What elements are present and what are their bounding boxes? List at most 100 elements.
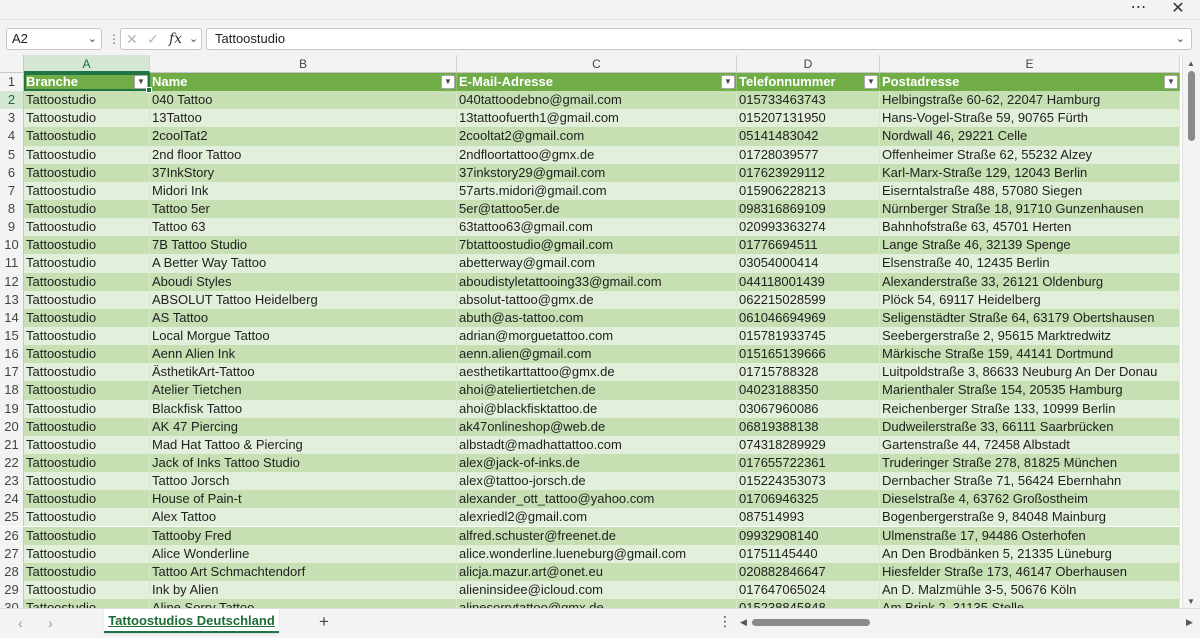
cell-name[interactable]: Tattoo Art Schmachtendorf [150, 562, 457, 581]
cell-telefon[interactable]: 015207131950 [737, 109, 880, 128]
row-header[interactable]: 24 [0, 490, 24, 509]
cell-name[interactable]: 7B Tattoo Studio [150, 236, 457, 255]
row-header[interactable]: 9 [0, 218, 24, 237]
cell-postadresse[interactable]: Ulmenstraße 17, 94486 Osterhofen [880, 526, 1180, 545]
cell-postadresse[interactable]: Am Brink 2, 31135 Stelle [880, 599, 1180, 608]
cell-postadresse[interactable]: Helbingstraße 60-62, 22047 Hamburg [880, 91, 1180, 110]
cell-postadresse[interactable]: Luitpoldstraße 3, 86633 Neuburg An Der D… [880, 363, 1180, 382]
previous-sheet-icon[interactable]: ‹ [18, 615, 23, 631]
cell-postadresse[interactable]: An D. Malzmühle 3-5, 50676 Köln [880, 580, 1180, 600]
cell-postadresse[interactable]: Hans-Vogel-Straße 59, 90765 Fürth [880, 109, 1180, 128]
row-header[interactable]: 21 [0, 435, 24, 454]
cell-name[interactable]: Atelier Tietchen [150, 381, 457, 400]
cell-email[interactable]: alexander_ott_tattoo@yahoo.com [457, 490, 737, 509]
close-icon[interactable]: ✕ [1168, 0, 1188, 20]
cell-postadresse[interactable]: Truderinger Straße 278, 81825 München [880, 453, 1180, 473]
cell-branche[interactable]: Tattoostudio [24, 181, 150, 200]
column-header-b[interactable]: B [150, 55, 457, 73]
row-header[interactable]: 29 [0, 580, 24, 600]
cell-telefon[interactable]: 01728039577 [737, 145, 880, 164]
cell-name[interactable]: Alex Tattoo [150, 508, 457, 527]
horizontal-scroll-thumb[interactable] [752, 619, 870, 626]
cell-telefon[interactable]: 074318289929 [737, 435, 880, 454]
row-header[interactable]: 4 [0, 127, 24, 146]
cell-postadresse[interactable]: Gartenstraße 44, 72458 Albstadt [880, 435, 1180, 454]
cell-postadresse[interactable]: Marienthaler Straße 154, 20535 Hamburg [880, 381, 1180, 400]
scroll-down-icon[interactable]: ▼ [1187, 597, 1195, 606]
cell-postadresse[interactable]: Dieselstraße 4, 63762 Großostheim [880, 490, 1180, 509]
cell-telefon[interactable]: 06819388138 [737, 417, 880, 436]
cell-postadresse[interactable]: Eiserntalstraße 488, 57080 Siegen [880, 181, 1180, 200]
row-header[interactable]: 17 [0, 363, 24, 382]
header-cell-telefon[interactable]: Telefonnummer [737, 73, 880, 92]
cell-email[interactable]: 040tattoodebno@gmail.com [457, 91, 737, 110]
row-header[interactable]: 1 [0, 73, 24, 92]
row-header[interactable]: 16 [0, 345, 24, 364]
cell-email[interactable]: alinesorrytattoo@gmx.de [457, 599, 737, 608]
cell-name[interactable]: Local Morgue Tattoo [150, 326, 457, 346]
cell-email[interactable]: alieninsidee@icloud.com [457, 580, 737, 600]
vertical-scrollbar[interactable]: ▲ ▼ [1182, 55, 1200, 608]
cell-name[interactable]: Blackfisk Tattoo [150, 399, 457, 418]
cell-branche[interactable]: Tattoostudio [24, 199, 150, 219]
cell-branche[interactable]: Tattoostudio [24, 236, 150, 255]
cell-email[interactable]: adrian@morguetattoo.com [457, 326, 737, 346]
cell-branche[interactable]: Tattoostudio [24, 508, 150, 527]
cell-name[interactable]: Midori Ink [150, 181, 457, 200]
cell-telefon[interactable]: 03067960086 [737, 399, 880, 418]
header-cell-branche[interactable]: Branche [24, 73, 150, 92]
cell-name[interactable]: Aboudi Styles [150, 272, 457, 291]
cell-branche[interactable]: Tattoostudio [24, 580, 150, 600]
cell-telefon[interactable]: 062215028599 [737, 290, 880, 309]
scroll-right-icon[interactable]: ▶ [1186, 617, 1193, 628]
filter-dropdown-icon[interactable]: ▼ [1164, 75, 1178, 89]
cell-branche[interactable]: Tattoostudio [24, 326, 150, 346]
row-header[interactable]: 20 [0, 417, 24, 436]
cell-postadresse[interactable]: Nordwall 46, 29221 Celle [880, 127, 1180, 146]
cell-branche[interactable]: Tattoostudio [24, 91, 150, 110]
cell-email[interactable]: 63tattoo63@gmail.com [457, 218, 737, 237]
cell-email[interactable]: ak47onlineshop@web.de [457, 417, 737, 436]
cell-telefon[interactable]: 017623929112 [737, 163, 880, 182]
cell-telefon[interactable]: 05141483042 [737, 127, 880, 146]
cell-postadresse[interactable]: Seebergerstraße 2, 95615 Marktredwitz [880, 326, 1180, 346]
cell-email[interactable]: alice.wonderline.lueneburg@gmail.com [457, 544, 737, 563]
cell-branche[interactable]: Tattoostudio [24, 490, 150, 509]
cell-telefon[interactable]: 01776694511 [737, 236, 880, 255]
cell-branche[interactable]: Tattoostudio [24, 526, 150, 545]
cell-postadresse[interactable]: Lange Straße 46, 32139 Spenge [880, 236, 1180, 255]
cell-email[interactable]: alex@tattoo-jorsch.de [457, 472, 737, 491]
vertical-scroll-thumb[interactable] [1188, 71, 1195, 141]
sheet-bar-grip-icon[interactable]: ⋮ [718, 613, 732, 630]
row-header[interactable]: 14 [0, 308, 24, 327]
cell-email[interactable]: 5er@tattoo5er.de [457, 199, 737, 219]
cell-telefon[interactable]: 015906228213 [737, 181, 880, 200]
cell-telefon[interactable]: 015238845848 [737, 599, 880, 608]
cell-branche[interactable]: Tattoostudio [24, 435, 150, 454]
name-box[interactable]: A2 ⌄ [6, 28, 102, 50]
add-sheet-icon[interactable]: + [319, 612, 329, 632]
cell-name[interactable]: 2nd floor Tattoo [150, 145, 457, 164]
column-header-d[interactable]: D [737, 55, 880, 73]
scroll-up-icon[interactable]: ▲ [1187, 59, 1195, 68]
row-header[interactable]: 8 [0, 199, 24, 219]
row-header[interactable]: 6 [0, 163, 24, 182]
cell-telefon[interactable]: 017647065024 [737, 580, 880, 600]
cell-email[interactable]: albstadt@madhattattoo.com [457, 435, 737, 454]
cell-name[interactable]: House of Pain-t [150, 490, 457, 509]
sheet-tab-tattoostudios-deutschland[interactable]: Tattoostudios Deutschland [104, 609, 279, 633]
row-header[interactable]: 19 [0, 399, 24, 418]
cell-branche[interactable]: Tattoostudio [24, 381, 150, 400]
row-header[interactable]: 10 [0, 236, 24, 255]
select-all-corner[interactable] [0, 55, 24, 73]
cell-branche[interactable]: Tattoostudio [24, 308, 150, 327]
cell-email[interactable]: aenn.alien@gmail.com [457, 345, 737, 364]
cell-email[interactable]: aboudistyletattooing33@gmail.com [457, 272, 737, 291]
cell-name[interactable]: AS Tattoo [150, 308, 457, 327]
cell-branche[interactable]: Tattoostudio [24, 363, 150, 382]
cell-branche[interactable]: Tattoostudio [24, 453, 150, 473]
cell-name[interactable]: Alice Wonderline [150, 544, 457, 563]
cell-postadresse[interactable]: Plöck 54, 69117 Heidelberg [880, 290, 1180, 309]
cell-postadresse[interactable]: An Den Brodbänken 5, 21335 Lüneburg [880, 544, 1180, 563]
chevron-down-icon[interactable]: ⌄ [88, 29, 97, 49]
